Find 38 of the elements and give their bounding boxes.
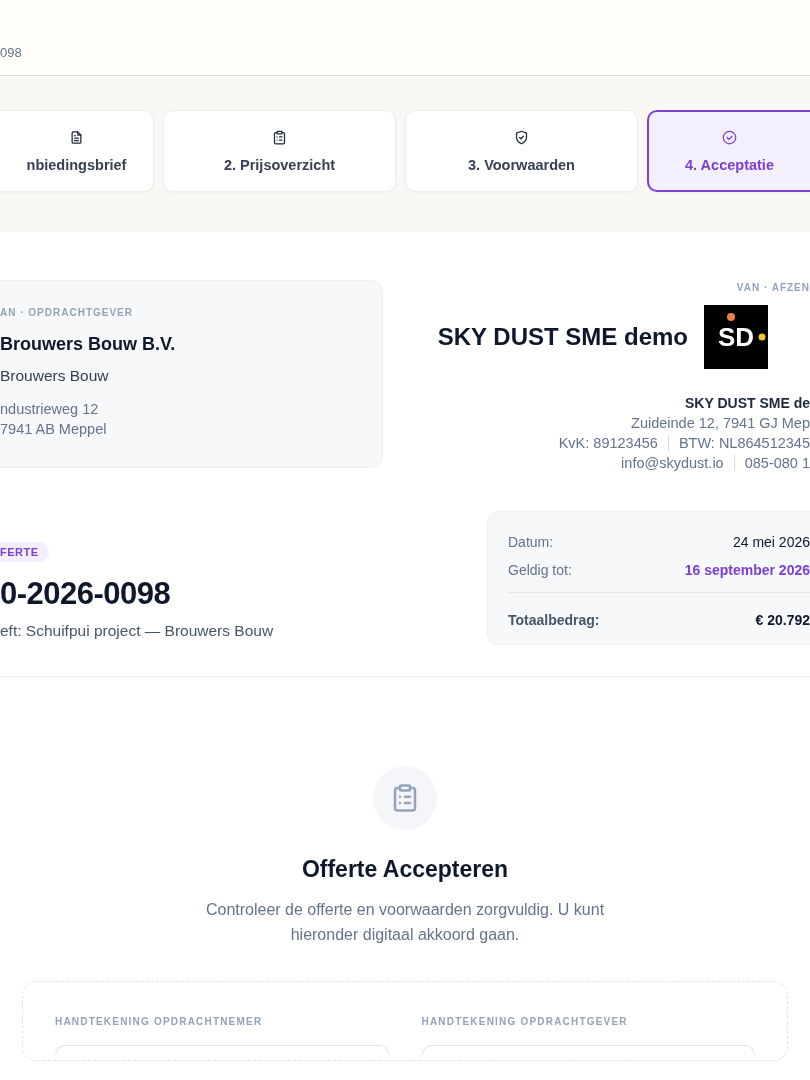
summary-label: Geldig tot:	[508, 562, 572, 578]
company-logo: SD	[704, 305, 768, 369]
summary-label: Datum:	[508, 534, 554, 550]
quote-subject: eft: Schuifpui project — Brouwers Bouw	[0, 622, 274, 640]
signature-field[interactable]	[421, 1045, 755, 1055]
sender-address: Zuideinde 12, 7941 GJ Mep	[631, 415, 810, 431]
client-contact: Brouwers Bouw	[0, 367, 110, 385]
quote-number: 0-2026-0098	[0, 576, 171, 612]
sender-name: SKY DUST SME de	[685, 395, 810, 411]
section-title: Offerte Accepteren	[301, 856, 509, 883]
section-description: Controleer de offerte en voorwaarden zorgvuldig. U kunt hieronder digitaal akkoord gaan.	[204, 900, 606, 945]
sender-detail: BTW: NL864512345	[678, 435, 810, 451]
client-address: ndustrieweg 12	[0, 401, 100, 417]
step-tab[interactable]: 2. Prijsoverzicht	[163, 110, 396, 192]
summary-label: Totaalbedrag:	[508, 612, 600, 628]
signature-label: HANDTEKENING OPDRACHTGEVER	[421, 1016, 629, 1027]
sender-detail: info@skydust.io	[621, 455, 724, 471]
sender-detail: KvK: 89123456	[558, 435, 658, 451]
reference-number: 098	[0, 45, 22, 60]
sender-detail: 085-080 1	[744, 455, 810, 471]
summary-value: € 20.792	[755, 612, 810, 628]
sender-company: SKY DUST SME demo	[437, 323, 688, 351]
shield-check-icon	[514, 129, 529, 145]
document-icon	[69, 129, 84, 145]
check-circle-icon	[722, 129, 737, 145]
client-label: AN · OPDRACHTGEVER	[0, 307, 134, 318]
summary-value: 24 mei 2026	[732, 534, 810, 550]
signature-label: HANDTEKENING OPDRACHTNEMER	[55, 1016, 264, 1027]
summary-value: 16 september 2026	[684, 562, 810, 578]
client-company: Brouwers Bouw B.V.	[0, 334, 177, 355]
status-badge: FERTE	[0, 542, 49, 562]
sender-label: VAN · AFZEN	[736, 282, 810, 293]
step-tab[interactable]: 4. Acceptatie	[647, 110, 810, 192]
clipboard-icon	[272, 129, 287, 145]
client-address: 7941 AB Meppel	[0, 421, 108, 437]
step-tab[interactable]: nbiedingsbrief	[0, 110, 154, 192]
step-tab[interactable]: 3. Voorwaarden	[405, 110, 638, 192]
signature-field[interactable]	[55, 1045, 389, 1055]
